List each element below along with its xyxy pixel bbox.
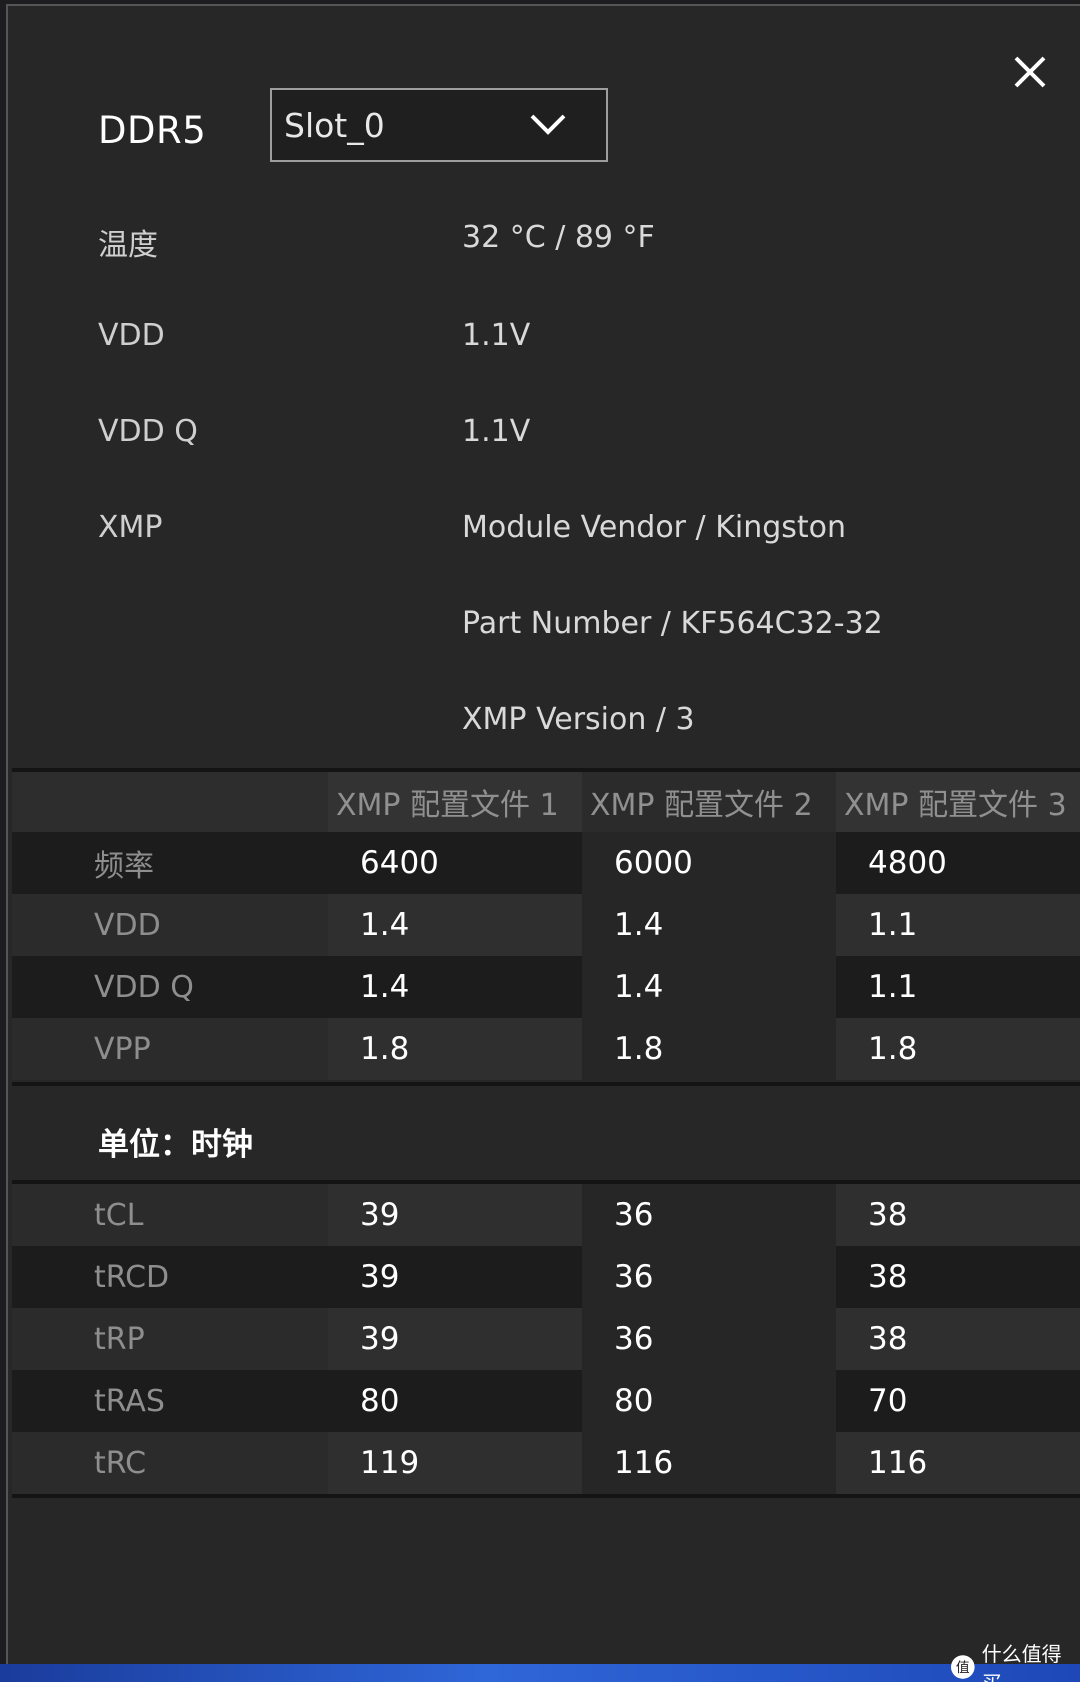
cell-value: 1.1 <box>836 956 1080 1018</box>
row-label: tRAS <box>94 1383 165 1419</box>
row-label: tRP <box>94 1321 145 1357</box>
cell-value: 38 <box>836 1308 1080 1370</box>
cell-value: 80 <box>582 1370 836 1432</box>
cell-value: 39 <box>328 1308 582 1370</box>
table-row: tCL 39 36 38 <box>12 1184 1080 1246</box>
info-label-xmp: XMP <box>98 510 163 545</box>
cell-value: 1.8 <box>582 1018 836 1080</box>
cell-value: 4800 <box>836 832 1080 894</box>
cell-value: 1.4 <box>328 894 582 956</box>
table-row: VDD Q 1.4 1.4 1.1 <box>12 956 1080 1018</box>
row-label: 频率 <box>94 849 154 884</box>
cell-value: 36 <box>582 1246 836 1308</box>
cell-value: 6000 <box>582 832 836 894</box>
cell-value: 116 <box>836 1432 1080 1494</box>
info-label-vddq: VDD Q <box>98 414 198 449</box>
info-value-part-number: Part Number / KF564C32-32 <box>462 606 883 641</box>
cell-value: 70 <box>836 1370 1080 1432</box>
slot-dropdown[interactable]: Slot_0 <box>270 88 608 162</box>
row-label: tRC <box>94 1445 147 1481</box>
info-value-vddq: 1.1V <box>462 414 531 449</box>
voltage-table: 频率 6400 6000 4800 VDD 1.4 1.4 1.1 VDD Q … <box>12 832 1080 1080</box>
memory-type-title: DDR5 <box>98 109 207 152</box>
watermark: 值 什么值得买 <box>950 1638 1080 1682</box>
cell-value: 39 <box>328 1246 582 1308</box>
table-row: tRP 39 36 38 <box>12 1308 1080 1370</box>
cell-value: 6400 <box>328 832 582 894</box>
cell-value: 36 <box>582 1308 836 1370</box>
profile-header-1: XMP 配置文件 1 <box>328 772 582 832</box>
info-value-vdd: 1.1V <box>462 318 531 353</box>
info-value-module-vendor: Module Vendor / Kingston <box>462 510 847 545</box>
cell-value: 1.4 <box>582 894 836 956</box>
info-value-xmp-version: XMP Version / 3 <box>462 702 695 737</box>
table-row: VPP 1.8 1.8 1.8 <box>12 1018 1080 1080</box>
cell-value: 1.4 <box>328 956 582 1018</box>
info-label-vdd: VDD <box>98 318 165 353</box>
info-label-temperature: 温度 <box>98 228 158 263</box>
cell-value: 116 <box>582 1432 836 1494</box>
row-label: VDD <box>94 907 161 943</box>
cell-value: 80 <box>328 1370 582 1432</box>
timing-table: tCL 39 36 38 tRCD 39 36 38 tRP 39 36 38 … <box>12 1184 1080 1494</box>
cell-value: 119 <box>328 1432 582 1494</box>
divider <box>12 1082 1080 1086</box>
cell-value: 1.8 <box>328 1018 582 1080</box>
cell-value: 38 <box>836 1184 1080 1246</box>
profile-header-row: XMP 配置文件 1 XMP 配置文件 2 XMP 配置文件 3 <box>12 772 1080 832</box>
xmp-info-panel: DDR5 Slot_0 温度 32 °C / 89 °F VDD 1.1V VD… <box>6 4 1080 1664</box>
watermark-text: 什么值得买 <box>981 1642 1062 1682</box>
row-label: tRCD <box>94 1259 170 1295</box>
row-label: tCL <box>94 1197 144 1233</box>
chevron-down-icon <box>530 114 566 135</box>
watermark-logo-icon: 值 <box>950 1655 975 1679</box>
profile-header-3: XMP 配置文件 3 <box>836 772 1080 832</box>
slot-dropdown-value: Slot_0 <box>284 105 385 145</box>
close-button[interactable] <box>1008 50 1052 94</box>
row-label: VPP <box>94 1031 151 1067</box>
taskbar <box>0 1664 1080 1682</box>
cell-value: 39 <box>328 1184 582 1246</box>
units-label: 单位：时钟 <box>98 1127 253 1163</box>
divider <box>12 1494 1080 1498</box>
cell-value: 38 <box>836 1246 1080 1308</box>
table-row: tRCD 39 36 38 <box>12 1246 1080 1308</box>
cell-value: 1.8 <box>836 1018 1080 1080</box>
table-row: 频率 6400 6000 4800 <box>12 832 1080 894</box>
profile-header-2: XMP 配置文件 2 <box>582 772 836 832</box>
svg-text:值: 值 <box>956 1660 970 1676</box>
cell-value: 36 <box>582 1184 836 1246</box>
close-icon <box>1014 56 1046 88</box>
cell-value: 1.4 <box>582 956 836 1018</box>
cell-value: 1.1 <box>836 894 1080 956</box>
table-row: tRAS 80 80 70 <box>12 1370 1080 1432</box>
table-row: VDD 1.4 1.4 1.1 <box>12 894 1080 956</box>
info-value-temperature: 32 °C / 89 °F <box>462 220 655 255</box>
table-row: tRC 119 116 116 <box>12 1432 1080 1494</box>
row-label: VDD Q <box>94 969 194 1005</box>
